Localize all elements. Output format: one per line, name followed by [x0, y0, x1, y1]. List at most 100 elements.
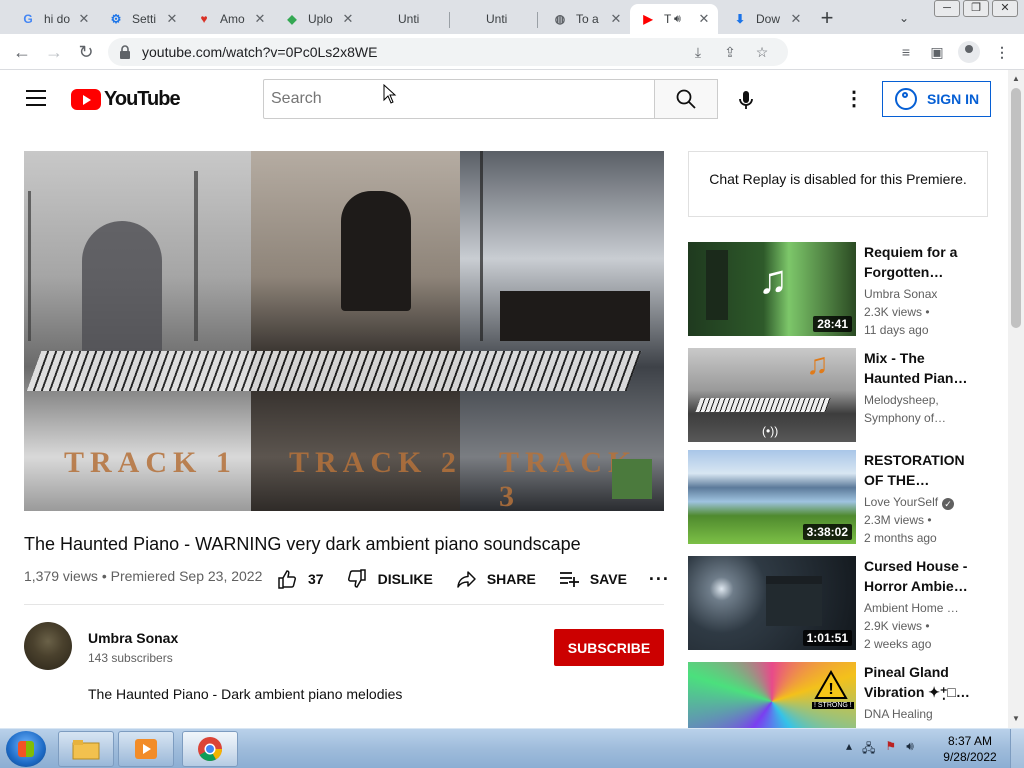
video-thumbnail[interactable]: ! ! STRONG ! — [688, 662, 856, 728]
reload-icon[interactable]: ↻ — [74, 40, 98, 64]
close-window-button[interactable]: ✕ — [992, 0, 1018, 17]
tray-expand-icon[interactable]: ▴ — [846, 739, 852, 760]
search-button[interactable] — [654, 79, 718, 119]
channel-avatar[interactable] — [24, 622, 72, 670]
video-thumbnail[interactable]: 3:38:02 — [688, 450, 856, 544]
bookmark-star-icon[interactable]: ☆ — [752, 42, 772, 62]
video-player[interactable]: TRACK 1 TRACK 2 TRACK 3 — [24, 151, 664, 511]
action-center-flag-icon[interactable]: ⚑ — [885, 739, 896, 760]
speaker-icon[interactable]: 🔊︎ — [674, 13, 681, 26]
tab-title: hi do — [44, 12, 71, 26]
back-arrow-icon[interactable]: ← — [10, 40, 34, 64]
recommendation-title[interactable]: Cursed House - Horror Ambie… — [864, 556, 974, 596]
recommendation-item[interactable]: ♫ (•)) Mix - The Haunted Pian… Melodyshe… — [688, 348, 988, 442]
menu-hamburger-icon[interactable] — [26, 90, 46, 106]
dislike-button[interactable]: DISLIKE — [346, 568, 433, 590]
address-bar[interactable]: youtube.com/watch?v=0Pc0Ls2x8WE ⤓ ⇪ ☆ — [108, 38, 788, 66]
tower-shape — [706, 250, 728, 320]
browser-tab-upload[interactable]: ◆ Uplo ✕ — [274, 4, 362, 34]
recommendation-channel[interactable]: Ambient Home … — [864, 601, 959, 615]
video-thumbnail[interactable]: ♫ 28:41 — [688, 242, 856, 336]
media-controls-icon[interactable]: ≡ — [896, 42, 916, 62]
show-desktop-button[interactable] — [1010, 729, 1024, 768]
piano-silhouette — [341, 191, 411, 311]
channel-name[interactable]: Umbra Sonax — [88, 630, 178, 646]
taskbar-file-explorer[interactable] — [58, 731, 114, 767]
tab-title: T — [664, 12, 672, 26]
recommendation-channel[interactable]: Melodysheep, — [864, 393, 939, 407]
taskbar-chrome[interactable] — [182, 731, 238, 767]
youtube-logo-text: YouTube — [104, 88, 181, 110]
volume-icon[interactable]: 🔊︎ — [906, 739, 914, 760]
recommendation-item[interactable]: ♫ 28:41 Requiem for a Forgotten… Umbra S… — [688, 242, 988, 337]
video-thumbnail[interactable]: 1:01:51 — [688, 556, 856, 650]
recommendation-item[interactable]: 1:01:51 Cursed House - Horror Ambie… Amb… — [688, 556, 988, 651]
youtube-play-logo-icon — [71, 89, 101, 110]
subscribe-button[interactable]: SUBSCRIBE — [554, 629, 664, 666]
network-icon[interactable]: 🖧 — [862, 739, 875, 760]
browser-tab-untitled-1[interactable]: Unti — [362, 4, 450, 34]
browser-tab-to-a[interactable]: ◍ To a ✕ — [542, 4, 630, 34]
new-tab-button[interactable]: + — [814, 6, 840, 32]
browser-tab-untitled-2[interactable]: Unti — [450, 4, 538, 34]
scroll-up-arrow-icon[interactable]: ▲ — [1008, 74, 1024, 84]
tab-title: Unti — [486, 12, 508, 26]
browser-tab-settings[interactable]: ⚙ Setti ✕ — [98, 4, 186, 34]
recommendation-channel[interactable]: Umbra Sonax — [864, 287, 937, 301]
tab-search-chevron-icon[interactable]: ⌄ — [894, 8, 914, 28]
start-button[interactable] — [6, 731, 46, 767]
recommendation-title[interactable]: Mix - The Haunted Pian… — [864, 348, 974, 388]
close-tab-icon[interactable]: ✕ — [788, 11, 804, 27]
browser-tab-download[interactable]: ⬇ Dow ✕ — [722, 4, 810, 34]
divider — [24, 604, 664, 605]
search-field[interactable] — [263, 79, 655, 119]
maximize-button[interactable]: ❐ — [963, 0, 989, 17]
sign-in-button[interactable]: SIGN IN — [882, 81, 991, 117]
page-scrollbar[interactable]: ▲ ▼ — [1008, 70, 1024, 728]
save-button[interactable]: SAVE — [558, 568, 627, 590]
minimize-button[interactable]: ─ — [934, 0, 960, 17]
video-thumbnail[interactable]: ♫ (•)) — [688, 348, 856, 442]
profile-avatar-icon[interactable] — [958, 41, 980, 63]
close-tab-icon[interactable]: ✕ — [696, 11, 712, 27]
recommendation-channel[interactable]: Love YourSelf ✓ — [864, 495, 955, 510]
tab-title: Unti — [398, 12, 420, 26]
tab-title: Dow — [756, 12, 781, 26]
share-button[interactable]: SHARE — [455, 568, 536, 590]
browser-tab-amo[interactable]: ♥ Amo ✕ — [186, 4, 274, 34]
scrollbar-thumb[interactable] — [1011, 88, 1021, 328]
channel-watermark[interactable] — [612, 459, 652, 499]
browser-tab-google[interactable]: G hi do ✕ — [10, 4, 98, 34]
taskbar-clock[interactable]: 8:37 AM 9/28/2022 — [938, 733, 1002, 765]
recommendation-item[interactable]: 3:38:02 RESTORATION OF THE… Love YourSel… — [688, 450, 988, 545]
share-page-icon[interactable]: ⇪ — [720, 42, 740, 62]
recommendation-title[interactable]: Requiem for a Forgotten… — [864, 242, 974, 282]
recommendation-views: 2.3M views • — [864, 513, 932, 527]
like-button[interactable]: 37 — [276, 568, 324, 590]
close-tab-icon[interactable]: ✕ — [252, 11, 268, 27]
recommendation-channel[interactable]: DNA Healing — [864, 707, 933, 721]
side-panel-icon[interactable]: ▣ — [927, 42, 947, 62]
install-app-icon[interactable]: ⤓ — [688, 42, 708, 62]
forward-arrow-icon[interactable]: → — [42, 40, 66, 64]
sign-in-label: SIGN IN — [927, 91, 980, 107]
more-actions-icon[interactable]: ··· — [649, 569, 670, 590]
recommendation-title[interactable]: Pineal Gland Vibration ✦⁺̣□… — [864, 662, 974, 702]
close-tab-icon[interactable]: ✕ — [608, 11, 624, 27]
youtube-logo[interactable]: YouTube — [71, 88, 181, 111]
url-text: youtube.com/watch?v=0Pc0Ls2x8WE — [142, 44, 378, 60]
close-tab-icon[interactable]: ✕ — [76, 11, 92, 27]
search-input[interactable] — [264, 80, 654, 118]
browser-tab-youtube-active[interactable]: ▶ T 🔊︎ ✕ — [630, 4, 718, 34]
settings-more-icon[interactable]: ⋮ — [844, 88, 864, 112]
close-tab-icon[interactable]: ✕ — [164, 11, 180, 27]
recommendation-item[interactable]: ! ! STRONG ! Pineal Gland Vibration ✦⁺̣□… — [688, 662, 988, 728]
close-tab-icon[interactable]: ✕ — [340, 11, 356, 27]
chrome-menu-icon[interactable]: ⋮ — [992, 42, 1012, 62]
clock-time: 8:37 AM — [947, 734, 993, 748]
mix-radio-icon: (•)) — [762, 424, 779, 438]
scroll-down-arrow-icon[interactable]: ▼ — [1008, 714, 1024, 724]
microphone-icon[interactable] — [734, 88, 758, 112]
recommendation-title[interactable]: RESTORATION OF THE… — [864, 450, 974, 490]
taskbar-media-player[interactable] — [118, 731, 174, 767]
